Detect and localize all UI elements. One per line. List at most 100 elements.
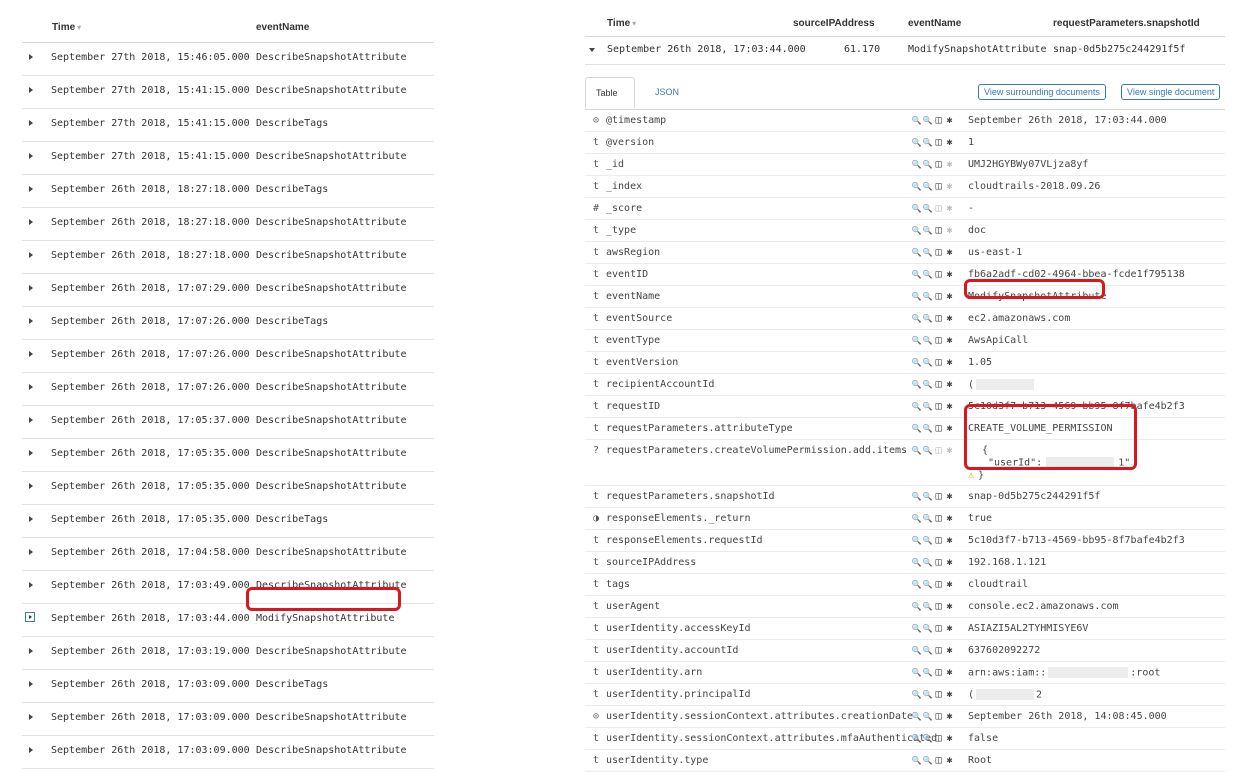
zoom-in-icon[interactable]: 🔍: [911, 226, 922, 235]
toggle-column-icon[interactable]: ◫: [933, 445, 944, 456]
table-row[interactable]: September 26th 2018, 17:03:09.000 Describ…: [22, 736, 434, 769]
filter-exists-icon[interactable]: ✱: [944, 137, 955, 148]
toggle-column-icon[interactable]: ◫: [933, 601, 944, 612]
toggle-column-icon[interactable]: ◫: [933, 689, 944, 700]
toggle-column-icon[interactable]: ◫: [933, 225, 944, 236]
zoom-out-icon[interactable]: 🔍: [922, 314, 933, 323]
table-row[interactable]: September 27th 2018, 15:41:15.000 Describ…: [22, 76, 434, 109]
toggle-column-icon[interactable]: ◫: [933, 645, 944, 656]
zoom-in-icon[interactable]: 🔍: [911, 668, 922, 677]
toggle-column-icon[interactable]: ◫: [933, 313, 944, 324]
zoom-in-icon[interactable]: 🔍: [911, 602, 922, 611]
table-row[interactable]: September 26th 2018, 17:07:26.000 Describ…: [22, 373, 434, 406]
toggle-column-icon[interactable]: ◫: [933, 137, 944, 148]
expand-caret-icon[interactable]: [29, 714, 33, 720]
toggle-column-icon[interactable]: ◫: [933, 181, 944, 192]
zoom-in-icon[interactable]: 🔍: [911, 536, 922, 545]
zoom-in-icon[interactable]: 🔍: [911, 204, 922, 213]
expand-caret-icon[interactable]: [29, 549, 33, 555]
zoom-in-icon[interactable]: 🔍: [911, 424, 922, 433]
expand-caret-icon[interactable]: [29, 318, 33, 324]
expand-caret-icon[interactable]: [29, 582, 33, 588]
table-row[interactable]: September 26th 2018, 17:05:35.000 Describ…: [22, 505, 434, 538]
zoom-out-icon[interactable]: 🔍: [922, 292, 933, 301]
filter-exists-icon[interactable]: ✱: [944, 291, 955, 302]
zoom-in-icon[interactable]: 🔍: [911, 514, 922, 523]
filter-exists-icon[interactable]: ✱: [944, 579, 955, 590]
zoom-in-icon[interactable]: 🔍: [911, 580, 922, 589]
view-surrounding-documents-button[interactable]: View surrounding documents: [978, 84, 1106, 100]
filter-exists-icon[interactable]: ✱: [944, 711, 955, 722]
table-row[interactable]: September 26th 2018, 17:07:26.000 Describ…: [22, 307, 434, 340]
filter-exists-icon[interactable]: ✱: [944, 601, 955, 612]
filter-exists-icon[interactable]: ✱: [944, 535, 955, 546]
zoom-in-icon[interactable]: 🔍: [911, 182, 922, 191]
expand-caret-icon[interactable]: [29, 450, 33, 456]
filter-exists-icon[interactable]: ✱: [944, 667, 955, 678]
tab-table[interactable]: Table: [585, 77, 635, 108]
filter-exists-icon[interactable]: ✱: [944, 445, 955, 456]
expand-caret-icon[interactable]: [29, 747, 33, 753]
table-row[interactable]: September 26th 2018, 17:07:26.000 Describ…: [22, 340, 434, 373]
zoom-out-icon[interactable]: 🔍: [922, 646, 933, 655]
filter-exists-icon[interactable]: ✱: [944, 269, 955, 280]
filter-exists-icon[interactable]: ✱: [944, 203, 955, 214]
table-row[interactable]: September 27th 2018, 15:46:05.000 Describ…: [22, 43, 434, 76]
zoom-out-icon[interactable]: 🔍: [922, 402, 933, 411]
expand-caret-icon[interactable]: [29, 483, 33, 489]
expand-caret-icon[interactable]: [29, 186, 33, 192]
filter-exists-icon[interactable]: ✱: [944, 115, 955, 126]
zoom-in-icon[interactable]: 🔍: [911, 116, 922, 125]
toggle-column-icon[interactable]: ◫: [933, 557, 944, 568]
toggle-column-icon[interactable]: ◫: [933, 623, 944, 634]
expand-caret-icon[interactable]: [29, 351, 33, 357]
zoom-out-icon[interactable]: 🔍: [922, 492, 933, 501]
table-row[interactable]: September 26th 2018, 17:03:44.000 ModifyS…: [22, 604, 434, 637]
zoom-in-icon[interactable]: 🔍: [911, 492, 922, 501]
filter-exists-icon[interactable]: ✱: [944, 623, 955, 634]
zoom-out-icon[interactable]: 🔍: [922, 734, 933, 743]
table-row[interactable]: September 26th 2018, 17:07:29.000 Describ…: [22, 274, 434, 307]
zoom-in-icon[interactable]: 🔍: [911, 138, 922, 147]
sort-caret-icon[interactable]: ▾: [77, 23, 81, 32]
toggle-column-icon[interactable]: ◫: [933, 755, 944, 766]
zoom-out-icon[interactable]: 🔍: [922, 756, 933, 765]
toggle-column-icon[interactable]: ◫: [933, 667, 944, 678]
zoom-out-icon[interactable]: 🔍: [922, 380, 933, 389]
warning-icon[interactable]: ⚠: [968, 470, 974, 481]
table-row[interactable]: September 27th 2018, 15:41:15.000 Describ…: [22, 142, 434, 175]
time-column-header[interactable]: Time ▾: [52, 22, 81, 33]
zoom-in-icon[interactable]: 🔍: [911, 558, 922, 567]
toggle-column-icon[interactable]: ◫: [933, 291, 944, 302]
expand-caret-icon[interactable]: [29, 648, 33, 654]
filter-exists-icon[interactable]: ✱: [944, 313, 955, 324]
filter-exists-icon[interactable]: ✱: [944, 423, 955, 434]
toggle-column-icon[interactable]: ◫: [933, 247, 944, 258]
toggle-column-icon[interactable]: ◫: [933, 535, 944, 546]
collapse-caret-icon[interactable]: [589, 48, 595, 52]
table-row[interactable]: September 26th 2018, 18:27:18.000 Describ…: [22, 175, 434, 208]
zoom-in-icon[interactable]: 🔍: [911, 336, 922, 345]
filter-exists-icon[interactable]: ✱: [944, 181, 955, 192]
expand-caret-icon[interactable]: [29, 120, 33, 126]
zoom-in-icon[interactable]: 🔍: [911, 380, 922, 389]
zoom-out-icon[interactable]: 🔍: [922, 138, 933, 147]
zoom-out-icon[interactable]: 🔍: [922, 558, 933, 567]
expand-caret-icon[interactable]: [29, 516, 33, 522]
zoom-in-icon[interactable]: 🔍: [911, 358, 922, 367]
toggle-column-icon[interactable]: ◫: [933, 423, 944, 434]
toggle-column-icon[interactable]: ◫: [933, 335, 944, 346]
toggle-column-icon[interactable]: ◫: [933, 203, 944, 214]
zoom-in-icon[interactable]: 🔍: [911, 248, 922, 257]
toggle-column-icon[interactable]: ◫: [933, 711, 944, 722]
zoom-out-icon[interactable]: 🔍: [922, 160, 933, 169]
table-row[interactable]: September 26th 2018, 17:03:49.000 Describ…: [22, 571, 434, 604]
expand-caret-icon[interactable]: [29, 87, 33, 93]
filter-exists-icon[interactable]: ✱: [944, 557, 955, 568]
filter-exists-icon[interactable]: ✱: [944, 645, 955, 656]
zoom-out-icon[interactable]: 🔍: [922, 580, 933, 589]
zoom-out-icon[interactable]: 🔍: [922, 270, 933, 279]
zoom-out-icon[interactable]: 🔍: [922, 116, 933, 125]
eventname-column-header[interactable]: eventName: [908, 18, 961, 29]
expand-caret-icon[interactable]: [29, 252, 33, 258]
